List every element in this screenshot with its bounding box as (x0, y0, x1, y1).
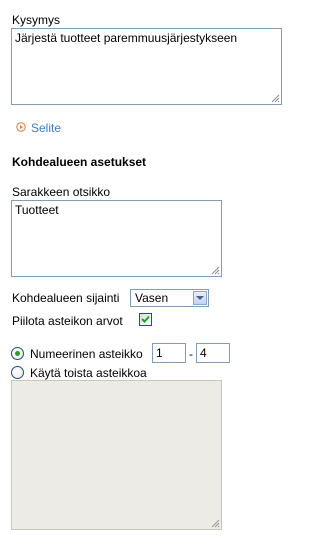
numeric-scale-radio[interactable] (11, 347, 24, 360)
checkmark-icon (141, 315, 150, 323)
position-select-value: Vasen (135, 291, 169, 305)
other-scale-label: Käytä toista asteikkoa (30, 366, 147, 380)
hide-scale-checkbox[interactable] (139, 313, 152, 326)
hide-scale-label: Piilota asteikon arvot (12, 314, 123, 328)
question-textarea[interactable]: Järjestä tuotteet paremmuusjärjestykseen (11, 28, 282, 105)
chevron-down-icon (196, 296, 204, 300)
scale-range-to-input[interactable] (196, 343, 230, 363)
other-scale-radio[interactable] (11, 366, 24, 379)
question-label: Kysymys (12, 13, 60, 27)
section-heading: Kohdealueen asetukset (12, 155, 147, 169)
expand-arrow-icon[interactable] (16, 122, 26, 132)
position-label: Kohdealueen sijainti (12, 291, 120, 305)
column-title-textarea[interactable]: Tuotteet (11, 200, 222, 277)
range-separator: - (189, 347, 193, 361)
radio-selected-dot (15, 351, 20, 356)
scale-range-from-input[interactable] (152, 343, 186, 363)
dropdown-button[interactable] (193, 291, 207, 305)
column-title-label: Sarakkeen otsikko (12, 185, 111, 199)
position-select[interactable]: Vasen (130, 289, 209, 307)
explanation-link[interactable]: Selite (31, 121, 61, 135)
numeric-scale-label: Numeerinen asteikko (30, 347, 143, 361)
other-scale-textarea (11, 380, 222, 530)
